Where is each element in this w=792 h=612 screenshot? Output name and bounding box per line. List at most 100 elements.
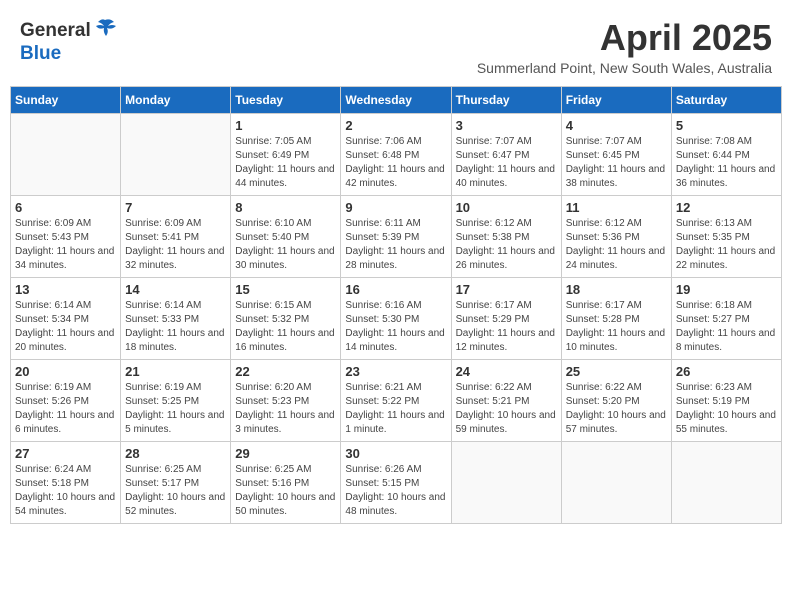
calendar-week-row: 1Sunrise: 7:05 AM Sunset: 6:49 PM Daylig… [11,113,782,195]
day-info: Sunrise: 7:07 AM Sunset: 6:45 PM Dayligh… [566,135,667,191]
day-number: 28 [125,446,226,461]
day-info: Sunrise: 6:18 AM Sunset: 5:27 PM Dayligh… [676,299,777,355]
col-header-monday: Monday [121,86,231,113]
col-header-wednesday: Wednesday [341,86,451,113]
day-number: 10 [456,200,557,215]
day-number: 14 [125,282,226,297]
calendar-cell: 21 Sunrise: 6:19 AM Sunset: 5:25 PM Dayli… [121,359,231,441]
day-info: Sunrise: 7:07 AM Sunset: 6:47 PM Dayligh… [456,135,557,191]
calendar-cell: 28 Sunrise: 6:25 AM Sunset: 5:17 PM Dayli… [121,441,231,523]
day-info: Sunrise: 6:13 AM Sunset: 5:35 PM Dayligh… [676,217,777,273]
calendar-cell [451,441,561,523]
calendar-cell [121,113,231,195]
calendar-cell: 5 Sunrise: 7:08 AM Sunset: 6:44 PM Daylig… [671,113,781,195]
calendar-cell: 6Sunrise: 6:09 AM Sunset: 5:43 PM Daylig… [11,195,121,277]
calendar-cell: 30 Sunrise: 6:26 AM Sunset: 5:15 PM Dayli… [341,441,451,523]
calendar-cell: 20Sunrise: 6:19 AM Sunset: 5:26 PM Dayli… [11,359,121,441]
day-info: Sunrise: 6:24 AM Sunset: 5:18 PM Dayligh… [15,463,116,519]
calendar-cell [561,441,671,523]
col-header-saturday: Saturday [671,86,781,113]
calendar-table: SundayMondayTuesdayWednesdayThursdayFrid… [10,86,782,524]
day-number: 11 [566,200,667,215]
day-number: 25 [566,364,667,379]
calendar-week-row: 27 Sunrise: 6:24 AM Sunset: 5:18 PM Dayli… [11,441,782,523]
calendar-subtitle: Summerland Point, New South Wales, Austr… [477,60,772,76]
day-number: 22 [235,364,336,379]
day-info: Sunrise: 6:26 AM Sunset: 5:15 PM Dayligh… [345,463,446,519]
day-info: Sunrise: 6:12 AM Sunset: 5:36 PM Dayligh… [566,217,667,273]
calendar-week-row: 6Sunrise: 6:09 AM Sunset: 5:43 PM Daylig… [11,195,782,277]
day-info: Sunrise: 6:11 AM Sunset: 5:39 PM Dayligh… [345,217,446,273]
calendar-cell: 26Sunrise: 6:23 AM Sunset: 5:19 PM Dayli… [671,359,781,441]
day-number: 1 [235,118,336,133]
day-number: 23 [345,364,446,379]
calendar-cell: 22 Sunrise: 6:20 AM Sunset: 5:23 PM Dayli… [231,359,341,441]
calendar-cell: 4 Sunrise: 7:07 AM Sunset: 6:45 PM Daylig… [561,113,671,195]
col-header-friday: Friday [561,86,671,113]
calendar-cell: 15Sunrise: 6:15 AM Sunset: 5:32 PM Dayli… [231,277,341,359]
day-info: Sunrise: 6:22 AM Sunset: 5:21 PM Dayligh… [456,381,557,437]
day-info: Sunrise: 6:17 AM Sunset: 5:29 PM Dayligh… [456,299,557,355]
day-number: 19 [676,282,777,297]
calendar-cell: 8 Sunrise: 6:10 AM Sunset: 5:40 PM Daylig… [231,195,341,277]
day-info: Sunrise: 6:22 AM Sunset: 5:20 PM Dayligh… [566,381,667,437]
title-block: April 2025 Summerland Point, New South W… [477,18,772,76]
day-info: Sunrise: 6:10 AM Sunset: 5:40 PM Dayligh… [235,217,336,273]
day-number: 20 [15,364,116,379]
logo-blue: Blue [20,43,61,64]
calendar-title: April 2025 [477,18,772,58]
calendar-cell: 19 Sunrise: 6:18 AM Sunset: 5:27 PM Dayli… [671,277,781,359]
day-info: Sunrise: 6:16 AM Sunset: 5:30 PM Dayligh… [345,299,446,355]
day-info: Sunrise: 6:17 AM Sunset: 5:28 PM Dayligh… [566,299,667,355]
calendar-cell: 27 Sunrise: 6:24 AM Sunset: 5:18 PM Dayli… [11,441,121,523]
day-info: Sunrise: 6:20 AM Sunset: 5:23 PM Dayligh… [235,381,336,437]
calendar-cell: 1Sunrise: 7:05 AM Sunset: 6:49 PM Daylig… [231,113,341,195]
logo: General Blue [20,18,116,65]
page-header: General Blue April 2025 Summerland Point… [10,10,782,80]
calendar-cell: 11 Sunrise: 6:12 AM Sunset: 5:36 PM Dayli… [561,195,671,277]
day-number: 4 [566,118,667,133]
calendar-cell: 23 Sunrise: 6:21 AM Sunset: 5:22 PM Dayli… [341,359,451,441]
day-info: Sunrise: 6:23 AM Sunset: 5:19 PM Dayligh… [676,381,777,437]
calendar-cell: 3Sunrise: 7:07 AM Sunset: 6:47 PM Daylig… [451,113,561,195]
day-info: Sunrise: 6:21 AM Sunset: 5:22 PM Dayligh… [345,381,446,437]
day-info: Sunrise: 7:08 AM Sunset: 6:44 PM Dayligh… [676,135,777,191]
col-header-tuesday: Tuesday [231,86,341,113]
calendar-cell [11,113,121,195]
day-number: 21 [125,364,226,379]
calendar-cell [671,441,781,523]
day-info: Sunrise: 6:09 AM Sunset: 5:41 PM Dayligh… [125,217,226,273]
day-number: 17 [456,282,557,297]
day-number: 5 [676,118,777,133]
day-number: 27 [15,446,116,461]
col-header-thursday: Thursday [451,86,561,113]
day-number: 6 [15,200,116,215]
day-number: 8 [235,200,336,215]
day-number: 13 [15,282,116,297]
day-info: Sunrise: 6:15 AM Sunset: 5:32 PM Dayligh… [235,299,336,355]
day-number: 2 [345,118,446,133]
calendar-cell: 16Sunrise: 6:16 AM Sunset: 5:30 PM Dayli… [341,277,451,359]
calendar-cell: 14 Sunrise: 6:14 AM Sunset: 5:33 PM Dayli… [121,277,231,359]
calendar-cell: 7Sunrise: 6:09 AM Sunset: 5:41 PM Daylig… [121,195,231,277]
day-info: Sunrise: 6:14 AM Sunset: 5:33 PM Dayligh… [125,299,226,355]
calendar-cell: 13 Sunrise: 6:14 AM Sunset: 5:34 PM Dayli… [11,277,121,359]
calendar-cell: 25 Sunrise: 6:22 AM Sunset: 5:20 PM Dayli… [561,359,671,441]
calendar-cell: 9Sunrise: 6:11 AM Sunset: 5:39 PM Daylig… [341,195,451,277]
day-info: Sunrise: 6:12 AM Sunset: 5:38 PM Dayligh… [456,217,557,273]
day-info: Sunrise: 7:06 AM Sunset: 6:48 PM Dayligh… [345,135,446,191]
calendar-cell: 10 Sunrise: 6:12 AM Sunset: 5:38 PM Dayli… [451,195,561,277]
day-number: 24 [456,364,557,379]
day-number: 29 [235,446,336,461]
day-info: Sunrise: 6:14 AM Sunset: 5:34 PM Dayligh… [15,299,116,355]
calendar-cell: 18Sunrise: 6:17 AM Sunset: 5:28 PM Dayli… [561,277,671,359]
day-info: Sunrise: 6:25 AM Sunset: 5:16 PM Dayligh… [235,463,336,519]
day-number: 30 [345,446,446,461]
calendar-cell: 12Sunrise: 6:13 AM Sunset: 5:35 PM Dayli… [671,195,781,277]
calendar-week-row: 13 Sunrise: 6:14 AM Sunset: 5:34 PM Dayli… [11,277,782,359]
calendar-cell: 2 Sunrise: 7:06 AM Sunset: 6:48 PM Daylig… [341,113,451,195]
day-info: Sunrise: 6:25 AM Sunset: 5:17 PM Dayligh… [125,463,226,519]
calendar-cell: 17 Sunrise: 6:17 AM Sunset: 5:29 PM Dayli… [451,277,561,359]
logo-bird-icon [94,18,116,43]
day-info: Sunrise: 6:19 AM Sunset: 5:25 PM Dayligh… [125,381,226,437]
